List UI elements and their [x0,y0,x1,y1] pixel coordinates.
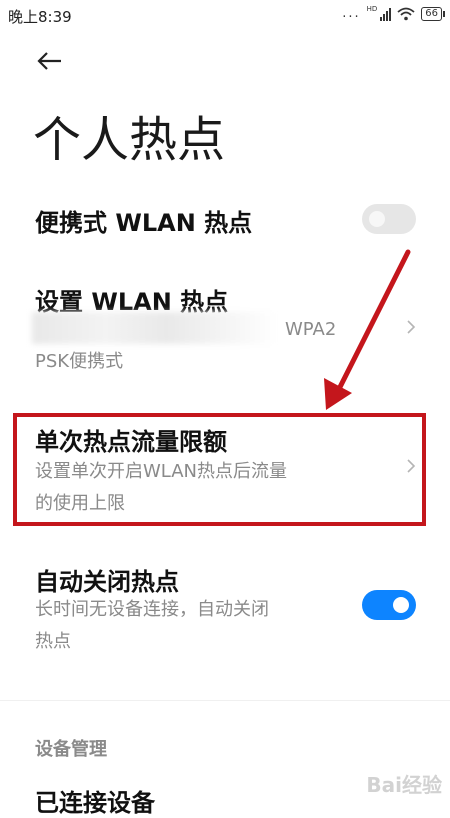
auto-close-subtitle-cont: 热点 [35,631,71,652]
security-type-cont: PSK便携式 [35,351,124,372]
status-time: 晚上8:39 [8,8,72,26]
page-title: 个人热点 [33,112,226,168]
auto-close-toggle[interactable] [362,590,416,620]
auto-close-title: 自动关闭热点 [35,568,179,596]
portable-hotspot-title: 便携式 WLAN 热点 [35,209,253,237]
section-label-device-management: 设备管理 [35,739,107,760]
watermark: Bai经验 [366,773,442,797]
status-icons: ... HD 66 [342,4,445,21]
section-divider [0,700,450,701]
hotspot-name-redacted [32,312,277,344]
annotation-highlight-box [13,413,426,526]
back-arrow-icon[interactable] [35,46,65,76]
toggle-knob [369,211,385,227]
status-bar: 晚上8:39 ... HD 66 [0,0,450,30]
wifi-icon [397,7,415,20]
battery-icon: 66 [421,6,445,21]
more-dots-icon: ... [342,6,361,21]
toggle-knob [393,597,409,613]
auto-close-subtitle: 长时间无设备连接，自动关闭 [35,599,269,620]
security-type: WPA2 [285,319,337,340]
signal-icon [380,7,392,21]
hd-badge: HD [366,4,378,13]
chevron-right-icon [407,320,416,334]
portable-hotspot-toggle[interactable] [362,204,416,234]
connected-devices-row[interactable]: 已连接设备 [35,783,155,818]
